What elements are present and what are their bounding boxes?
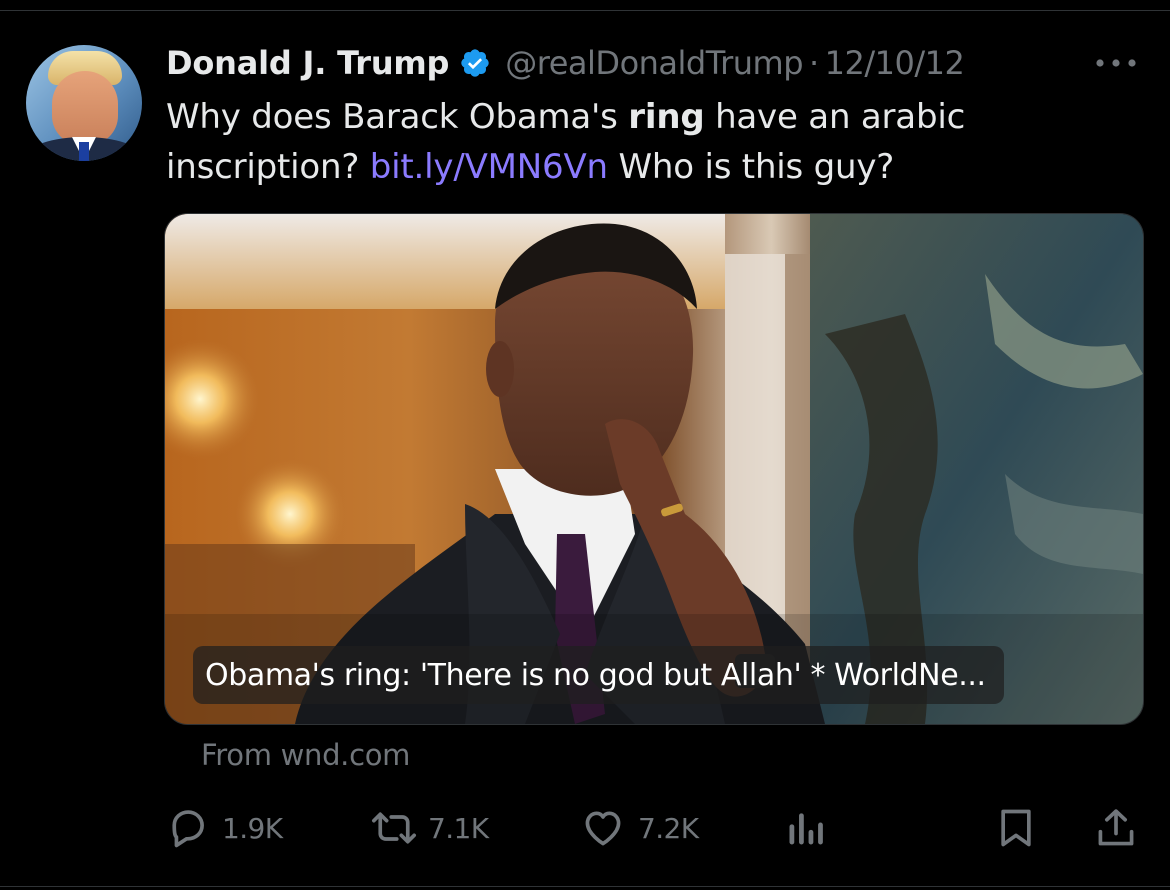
tweet-text-bold: ring xyxy=(628,97,705,137)
repost-button[interactable]: 7.1K xyxy=(368,805,489,851)
views-button[interactable] xyxy=(784,805,828,851)
repost-icon xyxy=(368,806,420,850)
link-preview-card[interactable]: Obama's ring: 'There is no god but Allah… xyxy=(164,213,1144,725)
share-button[interactable] xyxy=(1094,805,1138,851)
top-divider xyxy=(0,10,1170,11)
share-icon xyxy=(1094,805,1138,851)
author-avatar[interactable] xyxy=(26,45,142,161)
tweet-text-part3: Who is this guy? xyxy=(607,147,895,187)
tweet-text: Why does Barack Obama's ring have an ara… xyxy=(166,92,1126,192)
bottom-divider xyxy=(0,886,1170,887)
tweet-text-part1: Why does Barack Obama's xyxy=(166,97,629,137)
card-title: Obama's ring: 'There is no god but Allah… xyxy=(205,657,986,693)
verified-badge-icon xyxy=(459,47,491,79)
card-source[interactable]: From wnd.com xyxy=(201,738,410,772)
header-separator: · xyxy=(809,44,819,82)
author-handle[interactable]: @realDonaldTrump xyxy=(505,44,803,82)
tweet-link[interactable]: bit.ly/VMN6Vn xyxy=(370,147,608,187)
heart-icon xyxy=(580,806,626,850)
like-count: 7.2K xyxy=(638,811,699,845)
card-title-overlay: Obama's ring: 'There is no god but Allah… xyxy=(193,646,1004,704)
like-button[interactable]: 7.2K xyxy=(580,805,699,851)
bookmark-icon xyxy=(994,805,1038,851)
tweet-date[interactable]: 12/10/12 xyxy=(825,44,965,82)
tweet-header: Donald J. Trump @realDonaldTrump · 12/10… xyxy=(166,40,965,86)
reply-icon xyxy=(166,806,210,850)
author-display-name[interactable]: Donald J. Trump xyxy=(166,44,449,82)
views-icon xyxy=(784,806,828,850)
reply-count: 1.9K xyxy=(222,811,283,845)
reply-button[interactable]: 1.9K xyxy=(166,805,283,851)
repost-count: 7.1K xyxy=(428,811,489,845)
more-icon[interactable] xyxy=(1092,55,1140,69)
bookmark-button[interactable] xyxy=(994,805,1038,851)
